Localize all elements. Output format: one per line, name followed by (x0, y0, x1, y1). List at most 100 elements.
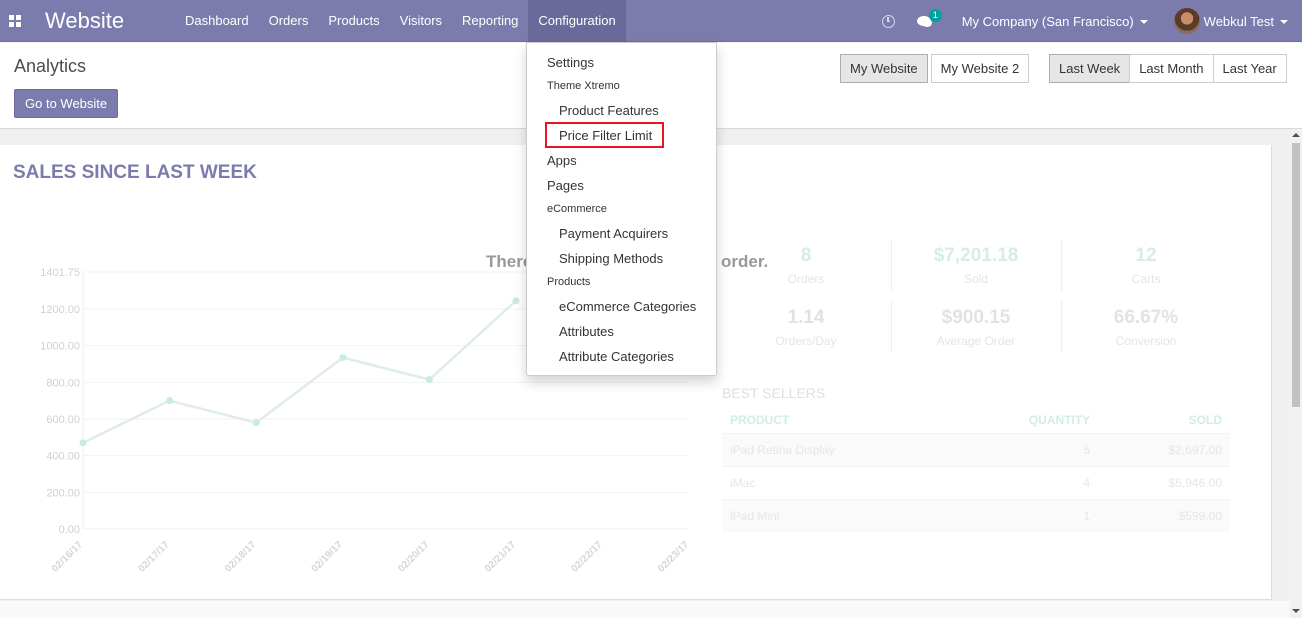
kpi-value: $7,201.18 (933, 245, 1019, 266)
menu-header-theme-xtremo: Theme Xtremo (547, 80, 620, 92)
apps-grid-icon[interactable] (9, 14, 21, 27)
kpi-value: 66.67% (1113, 307, 1179, 328)
scrollbar-thumb[interactable] (1292, 143, 1300, 407)
kpi-value: 8 (800, 245, 812, 266)
navbar-right: 1 My Company (San Francisco) Webkul Test (881, 0, 1302, 42)
menu-item-settings[interactable]: Settings (547, 55, 594, 70)
user-name: Webkul Test (1203, 13, 1274, 29)
x-tick-label: 02/23/17 (656, 539, 692, 575)
table-row[interactable]: iMac 4 $5,946.00 (722, 465, 1230, 499)
kpi-divider (891, 301, 892, 353)
cell-product: iMac (722, 465, 952, 499)
website-button-my-website[interactable]: My Website (840, 54, 928, 83)
period-switcher: Last Week Last Month Last Year (1049, 54, 1287, 83)
top-navbar: Website Dashboard Orders Products Visito… (0, 0, 1302, 42)
chevron-down-icon (1280, 20, 1288, 25)
cell-sold: $599.00 (1098, 498, 1230, 532)
company-name: My Company (San Francisco) (961, 13, 1134, 29)
column-header-quantity: QUANTITY (1028, 412, 1091, 427)
data-point (512, 297, 520, 305)
main-menu: Dashboard Orders Products Visitors Repor… (175, 0, 626, 42)
kpi-carts: 12 Carts (1061, 245, 1231, 286)
kpi-average-order: $900.15 Average Order (891, 307, 1061, 348)
menu-item-apps[interactable]: Apps (547, 153, 577, 168)
kpi-orders-per-day: 1.14 Orders/Day (721, 307, 891, 348)
company-switcher[interactable]: My Company (San Francisco) (962, 14, 1148, 29)
table-row[interactable]: iPad Retina Display 5 $2,697.00 (722, 432, 1230, 466)
kpi-divider (1061, 239, 1062, 291)
period-button-last-year[interactable]: Last Year (1212, 54, 1287, 83)
data-point (339, 354, 347, 362)
kpi-label: Sold (963, 272, 989, 286)
cell-product: iPad Mini (722, 498, 952, 532)
cell-sold: $5,946.00 (1098, 465, 1230, 499)
y-tick-label: 200.00 (46, 487, 80, 499)
y-tick-label: 400.00 (46, 451, 80, 463)
menu-item-product-features[interactable]: Product Features (559, 103, 659, 118)
app-brand-title: Website (45, 7, 125, 33)
menu-configuration[interactable]: Configuration (528, 0, 626, 42)
menu-item-attributes[interactable]: Attributes (559, 324, 614, 339)
best-sellers-title: BEST SELLERS (722, 385, 826, 401)
cell-sold: $2,697.00 (1098, 432, 1230, 466)
kpi-conversion: 66.67% Conversion (1061, 307, 1231, 348)
scroll-down-arrow-icon[interactable] (1292, 609, 1300, 613)
page-title: Analytics (14, 56, 87, 76)
go-to-website-button[interactable]: Go to Website (14, 89, 119, 118)
vertical-scrollbar[interactable] (1290, 129, 1302, 618)
menu-item-shipping-methods[interactable]: Shipping Methods (559, 251, 663, 266)
kpi-value: 1.14 (787, 307, 825, 328)
kpi-divider (1061, 301, 1062, 353)
menu-item-attribute-categories[interactable]: Attribute Categories (559, 349, 674, 364)
menu-header-ecommerce: eCommerce (547, 203, 607, 215)
menu-item-pages[interactable]: Pages (547, 178, 584, 193)
x-tick-label: 02/18/17 (223, 539, 259, 575)
best-sellers-table: PRODUCT QUANTITY SOLD iPad Retina Displa… (722, 407, 1230, 532)
data-point (425, 376, 433, 384)
highlight-annotation-box (545, 122, 664, 148)
y-tick-label: 1401.75 (40, 267, 80, 279)
data-point (166, 397, 174, 405)
kpi-label: Orders/Day (775, 334, 837, 348)
menu-item-ecommerce-categories[interactable]: eCommerce Categories (559, 299, 696, 314)
kpi-label: Average Order (936, 334, 1016, 348)
x-tick-label: 02/17/17 (136, 539, 172, 575)
menu-products[interactable]: Products (318, 0, 389, 42)
user-avatar[interactable] (1173, 8, 1200, 34)
messages-button[interactable]: 1 (916, 9, 942, 29)
y-tick-label: 600.00 (46, 414, 80, 426)
scroll-up-arrow-icon[interactable] (1292, 133, 1300, 137)
kpi-value: 12 (1135, 245, 1157, 266)
y-tick-label: 0.00 (59, 524, 80, 536)
kpi-label: Conversion (1115, 334, 1177, 348)
cell-quantity: 1 (951, 498, 1099, 532)
x-tick-label: 02/22/17 (569, 539, 605, 575)
user-menu[interactable]: Webkul Test (1204, 14, 1288, 29)
menu-visitors[interactable]: Visitors (390, 0, 452, 42)
x-tick-label: 02/21/17 (483, 539, 519, 575)
cell-quantity: 5 (951, 432, 1099, 466)
configuration-dropdown: Settings Theme Xtremo Product Features P… (526, 42, 717, 376)
y-tick-label: 1200.00 (40, 304, 80, 316)
menu-item-payment-acquirers[interactable]: Payment Acquirers (559, 226, 668, 241)
website-switcher: My Website My Website 2 (840, 54, 1030, 83)
menu-dashboard[interactable]: Dashboard (175, 0, 259, 42)
chevron-down-icon (1139, 20, 1148, 25)
kpi-divider (891, 239, 892, 291)
menu-orders[interactable]: Orders (259, 0, 319, 42)
column-header-product: PRODUCT (730, 412, 790, 427)
activity-clock-icon[interactable] (881, 14, 895, 28)
data-point (252, 419, 260, 427)
period-button-last-week[interactable]: Last Week (1049, 54, 1131, 83)
kpi-label: Carts (1131, 272, 1161, 286)
series-line (82, 299, 517, 444)
menu-reporting[interactable]: Reporting (452, 0, 528, 42)
sales-title: SALES SINCE LAST WEEK (13, 162, 257, 183)
table-row[interactable]: iPad Mini 1 $599.00 (722, 498, 1230, 532)
y-tick-label: 800.00 (46, 377, 80, 389)
menu-header-products: Products (547, 276, 591, 288)
website-button-my-website-2[interactable]: My Website 2 (930, 54, 1030, 83)
period-button-last-month[interactable]: Last Month (1129, 54, 1214, 83)
x-tick-label: 02/20/17 (396, 539, 432, 575)
cell-quantity: 4 (951, 465, 1099, 499)
